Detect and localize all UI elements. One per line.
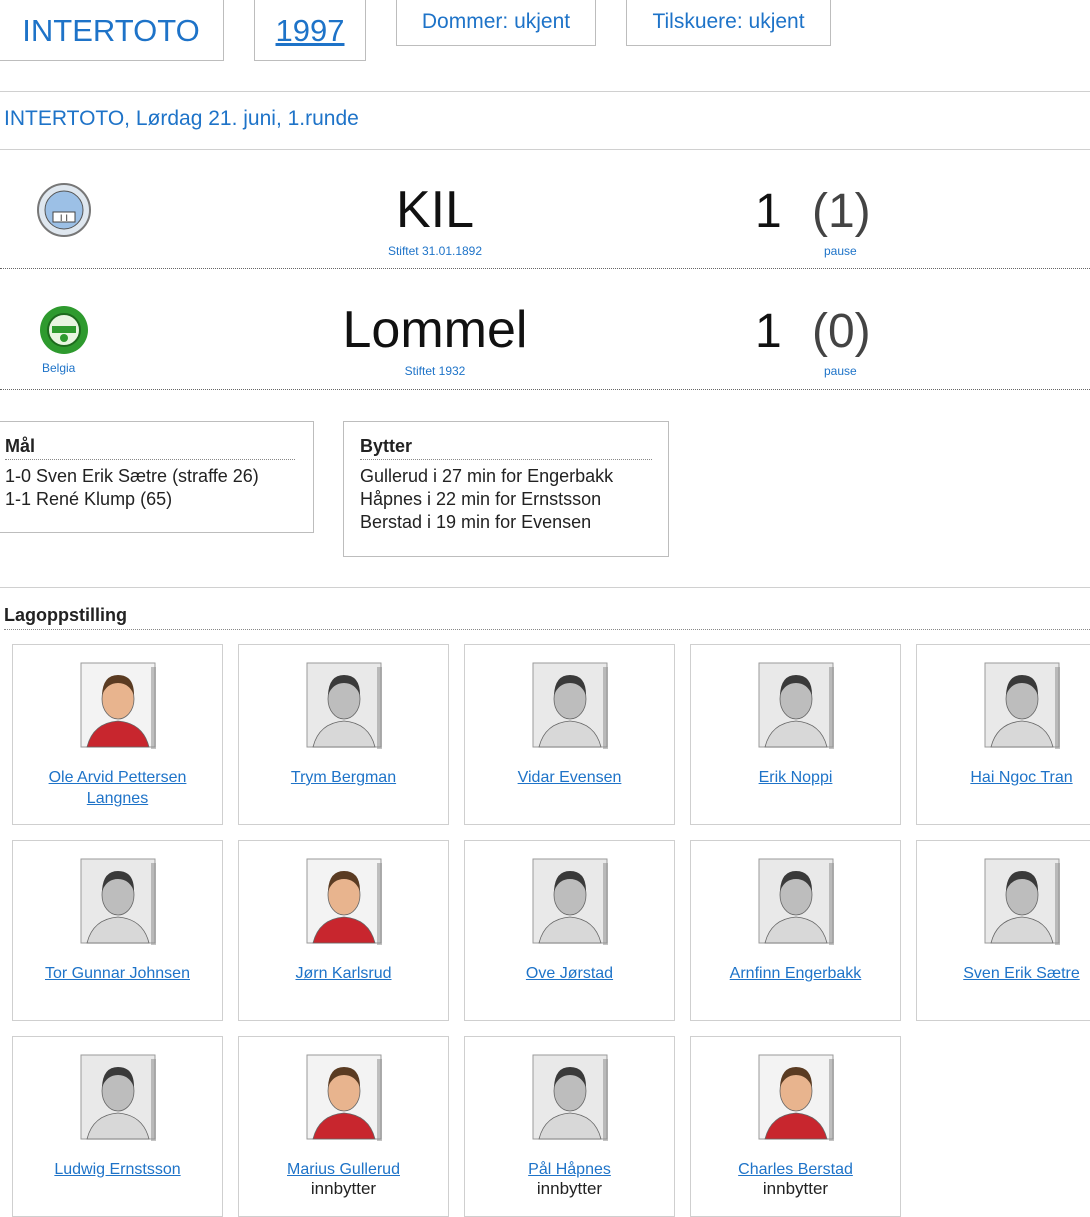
player-card[interactable]: Arnfinn Engerbakk [690, 840, 901, 1021]
player-card[interactable]: Sven Erik Sætre [916, 840, 1090, 1021]
subs-heading: Bytter [360, 436, 652, 460]
sub-item: Berstad i 19 min for Evensen [360, 512, 592, 532]
player-card[interactable]: Erik Noppi [690, 644, 901, 825]
player-card[interactable]: Charles Berstad innbytter [690, 1036, 901, 1217]
player-photo[interactable] [757, 857, 835, 945]
player-name-link[interactable]: Vidar Evensen [469, 767, 670, 788]
row-separator [0, 389, 1090, 390]
home-crest-icon: I I [36, 182, 92, 238]
player-name-link[interactable]: Marius Gullerud [243, 1159, 444, 1180]
divider [0, 149, 1090, 150]
player-photo[interactable] [757, 1053, 835, 1141]
player-name-link[interactable]: Sven Erik Sætre [921, 963, 1090, 984]
player-role: innbytter [310, 1179, 377, 1198]
goal-item: 1-0 Sven Erik Sætre (straffe 26) [5, 466, 259, 486]
lineup-underline [4, 629, 1090, 630]
player-photo[interactable] [531, 1053, 609, 1141]
player-name-link[interactable]: Ole Arvid Pettersen Langnes [17, 767, 218, 809]
player-card[interactable]: Ole Arvid Pettersen Langnes [12, 644, 223, 825]
home-pause-label: pause [824, 244, 857, 258]
player-card[interactable]: Jørn Karlsrud [238, 840, 449, 1021]
player-card[interactable]: Vidar Evensen [464, 644, 675, 825]
home-score: 1 [755, 185, 782, 238]
spectators-label: Tilskuere: ukjent [652, 10, 805, 33]
player-photo[interactable] [531, 857, 609, 945]
player-name-link[interactable]: Ludwig Ernstsson [17, 1159, 218, 1180]
player-photo[interactable] [79, 857, 157, 945]
home-halftime-score: (1) [812, 185, 871, 238]
divider [0, 587, 1090, 588]
player-name-link[interactable]: Erik Noppi [695, 767, 896, 788]
year-box[interactable]: 1997 [254, 0, 366, 61]
divider [0, 91, 1090, 92]
competition-label: INTERTOTO [22, 12, 200, 48]
player-name-link[interactable]: Hai Ngoc Tran [921, 767, 1090, 788]
away-crest-icon [38, 304, 90, 356]
player-photo[interactable] [305, 1053, 383, 1141]
player-card[interactable]: Ludwig Ernstsson [12, 1036, 223, 1217]
player-name-link[interactable]: Pål Håpnes [469, 1159, 670, 1180]
player-card[interactable]: Marius Gullerud innbytter [238, 1036, 449, 1217]
year-link[interactable]: 1997 [276, 13, 345, 49]
player-name-link[interactable]: Tor Gunnar Johnsen [17, 963, 218, 984]
lineup-heading: Lagoppstilling [4, 605, 127, 625]
player-photo[interactable] [305, 661, 383, 749]
home-team-name: KIL [395, 181, 475, 239]
player-photo[interactable] [983, 857, 1061, 945]
goals-box: Mål 1-0 Sven Erik Sætre (straffe 26) 1-1… [0, 421, 314, 533]
svg-text:I I: I I [60, 214, 68, 224]
player-name-link[interactable]: Charles Berstad [695, 1159, 896, 1180]
away-score: 1 [755, 305, 782, 358]
referee-label: Dommer: ukjent [421, 10, 571, 33]
player-name-link[interactable]: Jørn Karlsrud [243, 963, 444, 984]
player-photo[interactable] [983, 661, 1061, 749]
player-name-link[interactable]: Arnfinn Engerbakk [695, 963, 896, 984]
spectators-box: Tilskuere: ukjent [626, 0, 831, 46]
player-photo[interactable] [531, 661, 609, 749]
away-team-name: Lommel [342, 301, 528, 359]
goal-item: 1-1 René Klump (65) [5, 489, 173, 509]
player-photo[interactable] [79, 1053, 157, 1141]
player-name-link[interactable]: Ove Jørstad [469, 963, 670, 984]
player-photo[interactable] [757, 661, 835, 749]
row-separator [0, 268, 1090, 269]
player-role: innbytter [536, 1179, 603, 1198]
player-role: innbytter [762, 1179, 829, 1198]
referee-box: Dommer: ukjent [396, 0, 596, 46]
away-founded: Stiftet 1932 [404, 364, 466, 378]
competition-box: INTERTOTO [0, 0, 224, 61]
away-halftime-score: (0) [812, 305, 871, 358]
player-photo[interactable] [305, 857, 383, 945]
sub-item: Håpnes i 22 min for Ernstsson [360, 489, 602, 509]
player-card[interactable]: Trym Bergman [238, 644, 449, 825]
player-card[interactable]: Hai Ngoc Tran [916, 644, 1090, 825]
player-card[interactable]: Tor Gunnar Johnsen [12, 840, 223, 1021]
away-pause-label: pause [824, 364, 857, 378]
player-name-link[interactable]: Trym Bergman [243, 767, 444, 788]
substitutions-box: Bytter Gullerud i 27 min for Engerbakk H… [343, 421, 669, 557]
home-founded: Stiftet 31.01.1892 [387, 244, 483, 258]
sub-item: Gullerud i 27 min for Engerbakk [360, 466, 614, 486]
player-card[interactable]: Ove Jørstad [464, 840, 675, 1021]
player-card[interactable]: Pål Håpnes innbytter [464, 1036, 675, 1217]
player-photo[interactable] [79, 661, 157, 749]
goals-heading: Mål [5, 436, 295, 460]
match-title: INTERTOTO, Lørdag 21. juni, 1.runde [4, 107, 359, 130]
away-country: Belgia [42, 361, 76, 375]
